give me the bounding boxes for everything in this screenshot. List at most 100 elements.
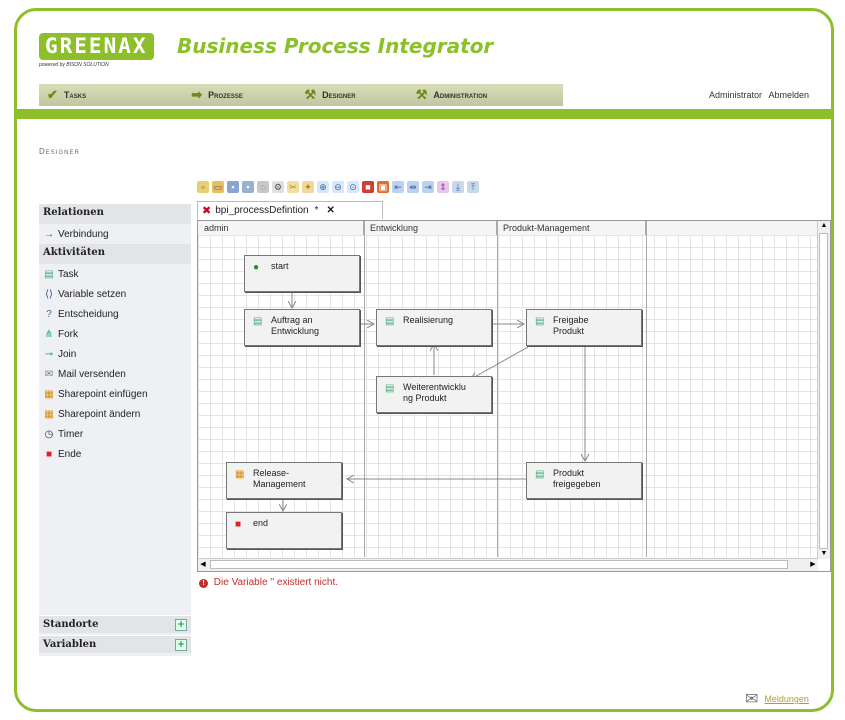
scroll-thumb[interactable] xyxy=(819,233,828,549)
palette-item-label: Mail versenden xyxy=(58,368,126,380)
node-weiterentwicklung[interactable]: ▤ Weiterentwicklu ng Produkt xyxy=(376,376,492,413)
paste-icon[interactable]: ✦ xyxy=(302,181,314,193)
decision-icon: ? xyxy=(46,308,52,320)
element-palette: Relationen → Verbindung Aktivitäten ▤ Ta… xyxy=(39,204,191,656)
palette-item-sharepoint-change[interactable]: ▦ Sharepoint ändern xyxy=(39,404,191,424)
lane-divider xyxy=(364,221,365,557)
error-icon: ! xyxy=(199,579,208,588)
nav-label: Designer xyxy=(322,90,356,100)
palette-item-verbindung[interactable]: → Verbindung xyxy=(39,224,191,244)
close-icon[interactable]: ✕ xyxy=(327,205,335,216)
palette-item-variable[interactable]: ⟨⟩ Variable setzen xyxy=(39,284,191,304)
process-file-icon: ✖ xyxy=(202,205,212,217)
header-divider xyxy=(17,109,831,119)
node-end[interactable]: ■ end xyxy=(226,512,342,549)
messages-label: Meldungen xyxy=(764,694,809,704)
nav-prozesse[interactable]: ➡ Prozesse xyxy=(183,84,296,106)
save-icon[interactable]: ▪ xyxy=(227,181,239,193)
scroll-down-icon[interactable]: ▼ xyxy=(818,549,830,559)
zoom-out-icon[interactable]: ⊖ xyxy=(332,181,344,193)
add-icon[interactable]: + xyxy=(175,618,187,631)
import-icon[interactable]: ⤓ xyxy=(452,181,464,193)
task-icon: ▤ xyxy=(44,268,54,280)
color-icon[interactable]: ▣ xyxy=(377,181,389,193)
palette-item-entscheidung[interactable]: ? Entscheidung xyxy=(39,304,191,324)
nav-tasks[interactable]: ✔ Tasks xyxy=(39,84,183,106)
node-auftrag[interactable]: ▤ Auftrag an Entwicklung xyxy=(244,309,360,346)
palette-item-sharepoint-insert[interactable]: ▦ Sharepoint einfügen xyxy=(39,384,191,404)
node-freigegeben[interactable]: ▤ Produkt freigegeben xyxy=(526,462,642,499)
nav-label: Administration xyxy=(433,90,488,100)
zoom-fit-icon[interactable]: ⊙ xyxy=(347,181,359,193)
join-icon: ⊸ xyxy=(44,348,54,360)
delete-icon[interactable]: ■ xyxy=(362,181,374,193)
editor-tab[interactable]: ✖ bpi_processDefintion * ✕ xyxy=(197,201,383,219)
end-icon: ■ xyxy=(45,448,53,460)
palette-item-mail[interactable]: ✉ Mail versenden xyxy=(39,364,191,384)
node-freigabe[interactable]: ▤ Freigabe Produkt xyxy=(526,309,642,346)
open-icon[interactable]: ▭ xyxy=(212,181,224,193)
cut-icon[interactable]: ✂ xyxy=(287,181,299,193)
align-right-icon[interactable]: ⇥ xyxy=(422,181,434,193)
arrow-icon: ➡ xyxy=(191,87,203,102)
align-center-icon[interactable]: ⇹ xyxy=(407,181,419,193)
properties-icon[interactable]: ⚙ xyxy=(272,181,284,193)
logout-link[interactable]: Abmelden xyxy=(769,90,810,100)
node-release[interactable]: ▦ Release- Management xyxy=(226,462,342,499)
align-left-icon[interactable]: ⇤ xyxy=(392,181,404,193)
node-label: start xyxy=(271,261,289,271)
palette-locations[interactable]: Standorte + xyxy=(39,615,191,633)
node-label: Weiterentwicklu ng Produkt xyxy=(403,382,466,403)
nav-administration[interactable]: ⚒ Administration xyxy=(408,84,563,106)
node-start[interactable]: ● start xyxy=(244,255,360,292)
lane-divider xyxy=(646,221,647,557)
palette-item-fork[interactable]: ⋔ Fork xyxy=(39,324,191,344)
tab-label: bpi_processDefintion xyxy=(215,205,309,216)
palette-item-ende[interactable]: ■ Ende xyxy=(39,444,191,464)
save-as-icon[interactable]: ▪ xyxy=(242,181,254,193)
palette-item-label: Sharepoint ändern xyxy=(58,408,141,420)
task-icon: ▤ xyxy=(535,316,545,327)
user-name[interactable]: Administrator xyxy=(709,90,762,100)
palette-item-join[interactable]: ⊸ Join xyxy=(39,344,191,364)
distribute-icon[interactable]: ⇕ xyxy=(437,181,449,193)
nav-designer[interactable]: ⚒ Designer xyxy=(296,84,407,106)
sharepoint-icon: ▦ xyxy=(235,469,245,480)
swimlane-header: admin Entwicklung Produkt-Management xyxy=(198,221,818,236)
scroll-thumb[interactable] xyxy=(210,560,788,569)
mail-icon: ✉ xyxy=(44,368,54,380)
vertical-scrollbar[interactable]: ▲ ▼ xyxy=(817,221,830,559)
undo-icon[interactable]: ◌ xyxy=(257,181,269,193)
palette-item-timer[interactable]: ◷ Timer xyxy=(39,424,191,444)
app-frame: GREENAX powered by BISON SOLUTION Busine… xyxy=(14,8,834,712)
palette-item-task[interactable]: ▤ Task xyxy=(39,264,191,284)
add-icon[interactable]: + xyxy=(175,638,187,651)
scroll-left-icon[interactable]: ◀ xyxy=(198,559,208,571)
node-label: Realisierung xyxy=(403,315,454,325)
node-label: Produkt freigegeben xyxy=(553,468,601,489)
new-icon[interactable]: ▫ xyxy=(197,181,209,193)
task-icon: ▤ xyxy=(535,469,545,480)
palette-item-label: Verbindung xyxy=(58,228,109,240)
palette-relations-header: Relationen xyxy=(39,204,191,224)
error-message: ! Die Variable '' existiert nicht. xyxy=(199,577,338,588)
palette-locations-label: Standorte xyxy=(43,619,99,630)
logo-text: GREENAX xyxy=(39,33,154,60)
scroll-up-icon[interactable]: ▲ xyxy=(818,221,830,231)
scroll-right-icon[interactable]: ▶ xyxy=(808,559,818,571)
lane-produkt-management[interactable]: Produkt-Management xyxy=(497,221,646,235)
nav-label: Prozesse xyxy=(208,90,243,100)
horizontal-scrollbar[interactable]: ◀ ▶ xyxy=(198,558,818,571)
messages-link[interactable]: ✉ Meldungen xyxy=(745,689,809,709)
palette-item-label: Variable setzen xyxy=(58,288,127,300)
lane-entwicklung[interactable]: Entwicklung xyxy=(364,221,497,235)
task-icon: ▤ xyxy=(253,316,263,327)
palette-item-label: Task xyxy=(58,268,79,280)
process-canvas[interactable]: admin Entwicklung Produkt-Management ● s… xyxy=(197,220,831,572)
node-realisierung[interactable]: ▤ Realisierung xyxy=(376,309,492,346)
zoom-in-icon[interactable]: ⊕ xyxy=(317,181,329,193)
lane-admin[interactable]: admin xyxy=(198,221,364,235)
variable-icon: ⟨⟩ xyxy=(45,288,53,300)
palette-variables[interactable]: Variablen + xyxy=(39,635,191,653)
export-icon[interactable]: ⤒ xyxy=(467,181,479,193)
